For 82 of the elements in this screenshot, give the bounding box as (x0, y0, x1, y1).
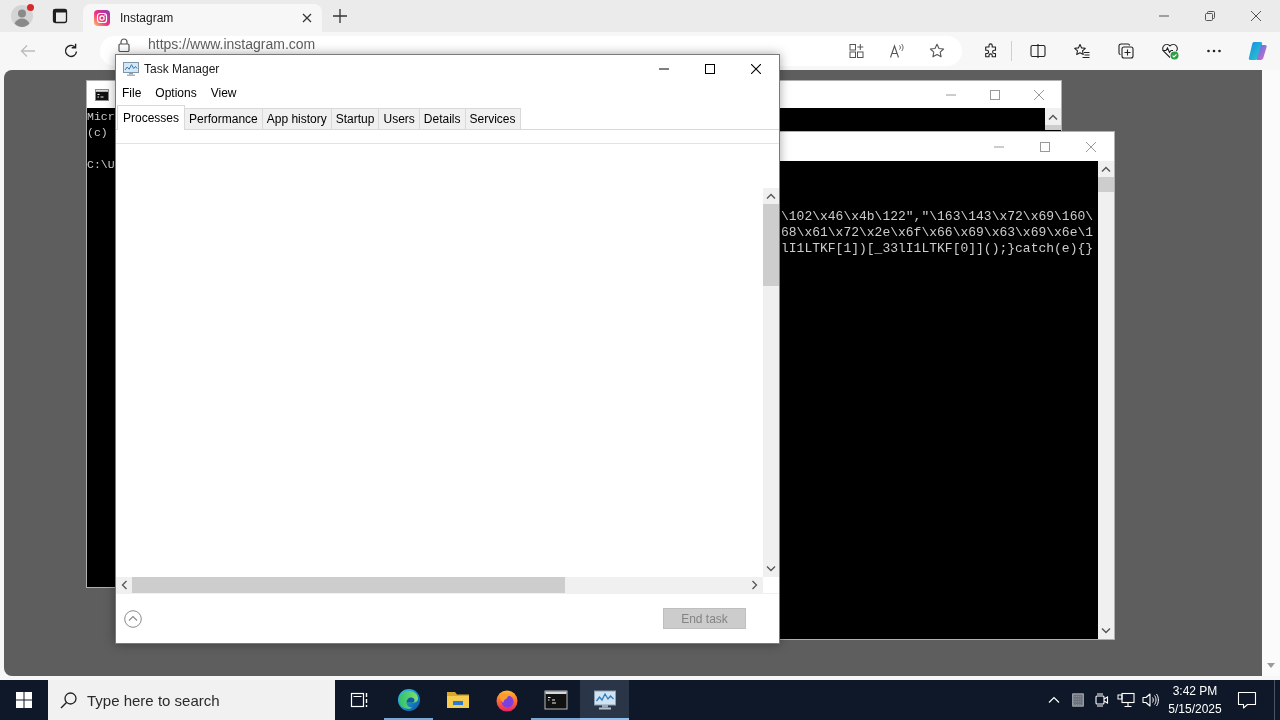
tab[interactable]: Processes (117, 105, 186, 130)
firefox-logo-icon (494, 688, 519, 712)
console-line: C:\U (87, 157, 115, 173)
maximize-icon (1040, 141, 1050, 152)
chevron-right-icon[interactable] (752, 580, 758, 590)
close-icon (1034, 89, 1044, 100)
tab[interactable]: Services (465, 108, 521, 129)
read-aloud-icon (889, 43, 905, 59)
scrollbar[interactable] (1045, 108, 1061, 130)
square-icon (1071, 693, 1085, 707)
refresh-icon (63, 43, 79, 59)
search-box[interactable]: Type here to search (48, 680, 335, 720)
tab[interactable]: App history (262, 108, 332, 129)
lock-icon (118, 38, 130, 52)
circle-chevron-icon[interactable] (124, 609, 142, 628)
scrollbar[interactable] (1098, 161, 1114, 639)
taskbar-app[interactable] (580, 680, 629, 720)
collections-icon (1118, 43, 1134, 59)
close-icon (1251, 11, 1261, 21)
windows-logo-icon (16, 692, 32, 708)
terminal-icon (95, 88, 109, 101)
grid-plus-icon (849, 43, 865, 59)
star-icon (929, 43, 945, 59)
console-line: \102\x46\x4b\122","\163\143\x72\x69\160\ (781, 209, 1094, 225)
copilot-logo-icon (1248, 41, 1268, 61)
console-line: Micr (87, 109, 115, 125)
chevron-down-icon[interactable] (766, 566, 776, 572)
triangle-down-icon[interactable] (1267, 663, 1275, 668)
menu-item[interactable]: View (204, 84, 243, 102)
chevron-down-icon[interactable] (1101, 628, 1111, 634)
chevron-up-icon (1048, 694, 1060, 706)
close-icon (302, 13, 312, 23)
monitor-chart-icon (123, 60, 139, 77)
menu-item[interactable]: File (116, 84, 148, 102)
plus-icon (333, 9, 347, 23)
scroll-thumb[interactable] (1045, 125, 1061, 130)
camera-icon (1094, 692, 1110, 708)
tab[interactable]: Details (419, 108, 466, 129)
maximize-icon (705, 63, 715, 74)
split-screen-icon (1030, 43, 1046, 59)
tab[interactable]: Startup (331, 108, 380, 129)
edge-logo-icon (396, 688, 421, 712)
monitor-chart-icon (592, 688, 617, 712)
arrow-left-icon (20, 43, 36, 59)
scrollbar[interactable] (1262, 70, 1280, 676)
browser-tab[interactable]: Instagram (83, 4, 322, 32)
terminal-icon (543, 688, 568, 712)
chevron-up-icon[interactable] (766, 193, 776, 199)
clock-date: 5/15/2025 (1168, 701, 1222, 718)
chevron-up-icon[interactable] (1101, 166, 1111, 172)
chevron-up-icon[interactable] (1048, 114, 1058, 120)
profile-button[interactable] (8, 2, 36, 30)
camera-logo-icon (94, 10, 110, 26)
chevron-left-icon[interactable] (121, 580, 127, 590)
restore-icon (1205, 11, 1215, 21)
close-icon (1086, 141, 1096, 152)
scrollbar[interactable] (763, 188, 779, 577)
avatar-icon (11, 5, 33, 27)
panel-icon (52, 8, 68, 24)
scroll-thumb[interactable] (132, 577, 565, 593)
scroll-thumb[interactable] (763, 204, 779, 286)
maximize-icon (990, 89, 1000, 100)
address-text[interactable]: https://www.instagram.com (148, 37, 316, 52)
task-view-icon (349, 690, 370, 710)
scroll-thumb[interactable] (1098, 177, 1114, 192)
speaker-icon (1141, 691, 1159, 709)
search-icon (60, 691, 78, 709)
menu-item[interactable]: Options (149, 84, 203, 102)
puzzle-icon (983, 43, 999, 59)
star-list-icon (1074, 43, 1090, 59)
clock-time: 3:42 PM (1172, 683, 1218, 700)
scrollbar[interactable] (116, 577, 763, 593)
console-line: lI1LTKF[1])[_33lI1LTKF[0]]();}catch(e){} (781, 241, 1094, 257)
network-icon (1117, 691, 1135, 709)
heartbeat-icon (1161, 42, 1179, 60)
tab[interactable]: Performance (185, 108, 263, 129)
close-icon (751, 63, 761, 74)
speech-bubble-icon (1237, 690, 1257, 710)
console-line: 68\x61\x72\x2e\x6f\x66\x69\x63\x69\x6e\1 (781, 225, 1094, 241)
search-input[interactable]: Type here to search (87, 689, 327, 711)
tab[interactable]: Users (379, 108, 420, 129)
console-line: (c) (87, 125, 108, 141)
